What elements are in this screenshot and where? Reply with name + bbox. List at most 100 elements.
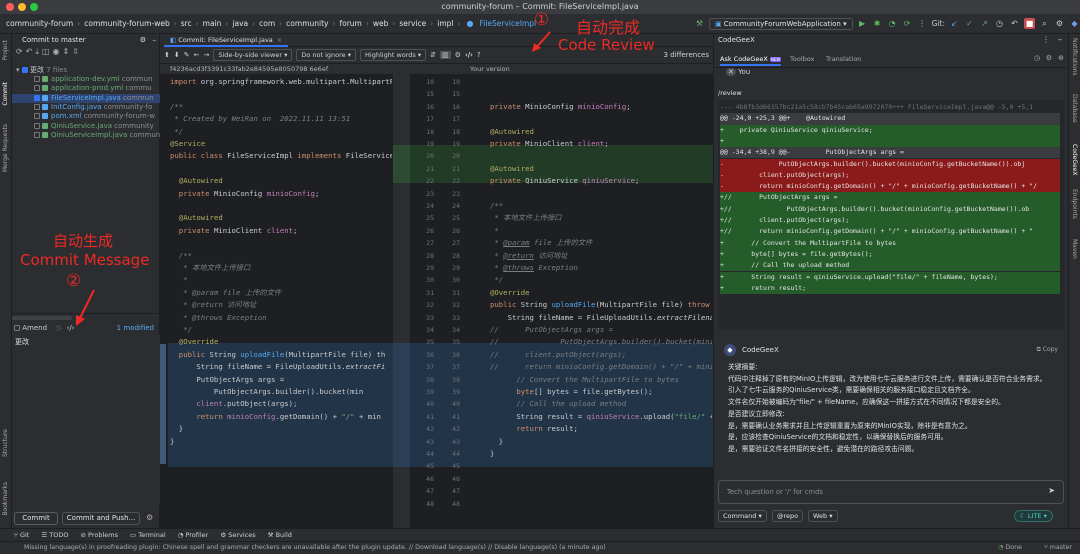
database-tool-tab[interactable]: Database	[1071, 94, 1078, 123]
tool-services[interactable]: ⚙ Services	[220, 531, 255, 539]
commit-tab[interactable]: Commit to master	[22, 36, 86, 44]
tab-commit-file[interactable]: ◧ Commit: FileServiceImpl.java ×	[164, 34, 289, 47]
commit-tool-tab[interactable]: Commit	[2, 82, 9, 106]
breadcrumb-service[interactable]: service	[399, 19, 426, 28]
breadcrumb-module[interactable]: community-forum-web	[84, 19, 169, 28]
collapse-unchanged-icon[interactable]: ▥	[440, 51, 451, 59]
new-chat-icon[interactable]: ⊕	[1058, 54, 1064, 62]
endpoints-tool-tab[interactable]: Endpoints	[1071, 189, 1078, 219]
viewer-mode-select[interactable]: Side-by-side viewer ▾	[213, 49, 293, 61]
commit-message-editor[interactable]: 更改	[12, 335, 160, 505]
arrow-left-icon[interactable]: ←	[194, 51, 200, 59]
tool-git[interactable]: ⑂ Git	[14, 531, 29, 539]
commit-button[interactable]: Commit	[14, 512, 58, 525]
group-checkbox[interactable]	[21, 67, 28, 73]
file-item[interactable]: FileServiceImpl.java commun	[12, 93, 160, 103]
more-options-icon[interactable]: ⋮	[1042, 35, 1050, 44]
breadcrumb-web[interactable]: web	[373, 19, 389, 28]
tab-toolbox[interactable]: Toolbox	[790, 52, 814, 66]
file-item[interactable]: QiniuServiceImpl.java commun	[12, 131, 160, 140]
repo-button[interactable]: @repo	[772, 510, 804, 522]
commit-and-push-button[interactable]: Commit and Push...	[62, 512, 140, 525]
codegeex-tool-tab[interactable]: CodeGeeX	[1071, 144, 1078, 176]
merge-requests-tool-tab[interactable]: Merge Requests	[2, 124, 9, 172]
run-configuration-select[interactable]: ▣ CommunityForumWebApplication ▾	[708, 17, 853, 30]
tool-build[interactable]: ⚒ Build	[268, 531, 292, 539]
close-tab-icon[interactable]: ×	[277, 36, 282, 44]
settings-gear-icon[interactable]: ⚙	[140, 34, 146, 46]
web-button[interactable]: Web ▾	[808, 510, 838, 522]
close-window-button[interactable]	[6, 3, 14, 11]
git-rollback-icon[interactable]: ↶	[1009, 18, 1020, 29]
bookmarks-tool-tab[interactable]: Bookmarks	[2, 482, 9, 516]
breadcrumb-main[interactable]: main	[203, 19, 222, 28]
file-item[interactable]: InitConfig.java community-fo	[12, 103, 160, 112]
sync-scroll-icon[interactable]: ⇵	[430, 51, 436, 59]
breadcrumb-file[interactable]: FileServiceImpl	[479, 19, 536, 28]
expand-icon[interactable]: ⇕	[63, 47, 73, 56]
tab-ask-codegeex[interactable]: Ask CodeGeeX NEW	[720, 52, 782, 66]
settings-gear-icon[interactable]: ⚙	[146, 513, 153, 522]
maximize-window-button[interactable]	[30, 3, 38, 11]
notifications-tool-tab[interactable]: Notifications	[1071, 38, 1078, 76]
run-icon[interactable]: ▶	[857, 18, 868, 29]
file-item[interactable]: application-prod.yml commu	[12, 84, 160, 93]
tool-todo[interactable]: ☰ TODO	[41, 531, 68, 539]
command-button[interactable]: Command ▾	[718, 510, 767, 522]
build-hammer-icon[interactable]: ⚒	[694, 18, 705, 29]
minimize-panel-icon[interactable]: –	[153, 34, 157, 46]
lite-mode-toggle[interactable]: ☾ LITE ▾	[1014, 510, 1053, 522]
diff-icon[interactable]: ◫	[42, 47, 53, 56]
stop-icon[interactable]: ■	[1024, 18, 1035, 29]
modified-count[interactable]: 1 modified	[117, 322, 154, 334]
send-icon[interactable]: ➤	[1048, 486, 1055, 495]
highlight-select[interactable]: Highlight words ▾	[360, 49, 427, 61]
codegeex-logo-icon[interactable]: ◆	[1069, 18, 1080, 29]
file-checkbox[interactable]	[34, 94, 40, 101]
settings-gear-icon[interactable]: ⚙	[1046, 54, 1052, 62]
history-icon[interactable]: ◷	[1034, 54, 1040, 62]
arrow-down-icon[interactable]: ⬇	[174, 51, 180, 59]
chat-input[interactable]: Tech question or '/' for cmds ➤	[718, 480, 1064, 504]
git-commit-icon[interactable]: ✓	[964, 18, 975, 29]
eye-icon[interactable]: ◉	[53, 47, 63, 56]
profile-icon[interactable]: ⟳	[902, 18, 913, 29]
settings-gear-icon[interactable]: ⚙	[455, 51, 461, 59]
arrow-up-icon[interactable]: ⬆	[164, 51, 170, 59]
breadcrumb-community[interactable]: community	[286, 19, 328, 28]
file-item[interactable]: QiniuService.java community	[12, 122, 160, 131]
settings-gear-icon[interactable]: ⚙	[1054, 18, 1065, 29]
breadcrumb-src[interactable]: src	[181, 19, 192, 28]
git-branch[interactable]: ⑂ master	[1044, 542, 1072, 554]
more-run-icon[interactable]: ⋮	[917, 18, 928, 29]
project-tool-tab[interactable]: Project	[2, 40, 9, 61]
status-message[interactable]: Missing language(s) in proofreading plug…	[24, 544, 606, 551]
breadcrumb-java[interactable]: java	[232, 19, 248, 28]
minimize-panel-icon[interactable]: –	[1058, 35, 1062, 44]
file-item[interactable]: pom.xml community-forum-w	[12, 112, 160, 121]
file-checkbox[interactable]	[34, 76, 40, 82]
collapse-icon[interactable]: ⇳	[72, 47, 82, 56]
whitespace-select[interactable]: Do not ignore ▾	[296, 49, 357, 61]
history-icon[interactable]: ◷	[55, 324, 61, 332]
amend-checkbox[interactable]	[14, 325, 20, 331]
breadcrumb-project[interactable]: community-forum	[6, 19, 73, 28]
structure-tool-tab[interactable]: Structure	[2, 429, 9, 457]
maven-tool-tab[interactable]: Maven	[1071, 239, 1078, 259]
breadcrumb-com[interactable]: com	[259, 19, 275, 28]
git-push-icon[interactable]: ↗	[979, 18, 990, 29]
rollback-icon[interactable]: ↶	[26, 47, 36, 56]
git-update-icon[interactable]: ↙	[949, 18, 960, 29]
tool-terminal[interactable]: ▭ Terminal	[130, 531, 166, 539]
tab-translation[interactable]: Translation	[826, 52, 861, 66]
file-checkbox[interactable]	[34, 131, 40, 138]
copy-button[interactable]: ⧉ Copy	[1037, 346, 1058, 354]
generate-review-icon[interactable]: ‹/›	[465, 51, 473, 59]
breadcrumb-forum[interactable]: forum	[339, 19, 361, 28]
minimize-window-button[interactable]	[18, 3, 26, 11]
file-checkbox[interactable]	[34, 85, 40, 92]
debug-icon[interactable]: ✱	[872, 18, 883, 29]
tool-profiler[interactable]: ◔ Profiler	[178, 531, 209, 539]
refresh-icon[interactable]: ⟳	[16, 47, 26, 56]
file-checkbox[interactable]	[34, 113, 40, 120]
